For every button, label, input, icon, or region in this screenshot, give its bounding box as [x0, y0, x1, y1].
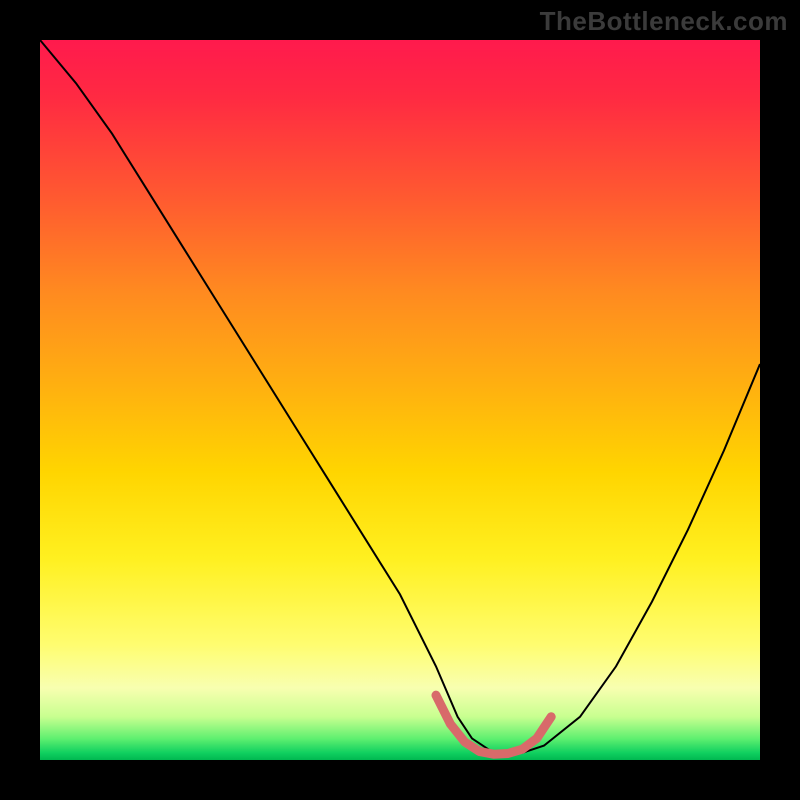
bottleneck-curve	[40, 40, 760, 753]
optimal-band	[436, 695, 551, 754]
curve-overlay	[40, 40, 760, 760]
chart-canvas: TheBottleneck.com	[0, 0, 800, 800]
watermark-text: TheBottleneck.com	[540, 6, 788, 37]
plot-area	[40, 40, 760, 760]
